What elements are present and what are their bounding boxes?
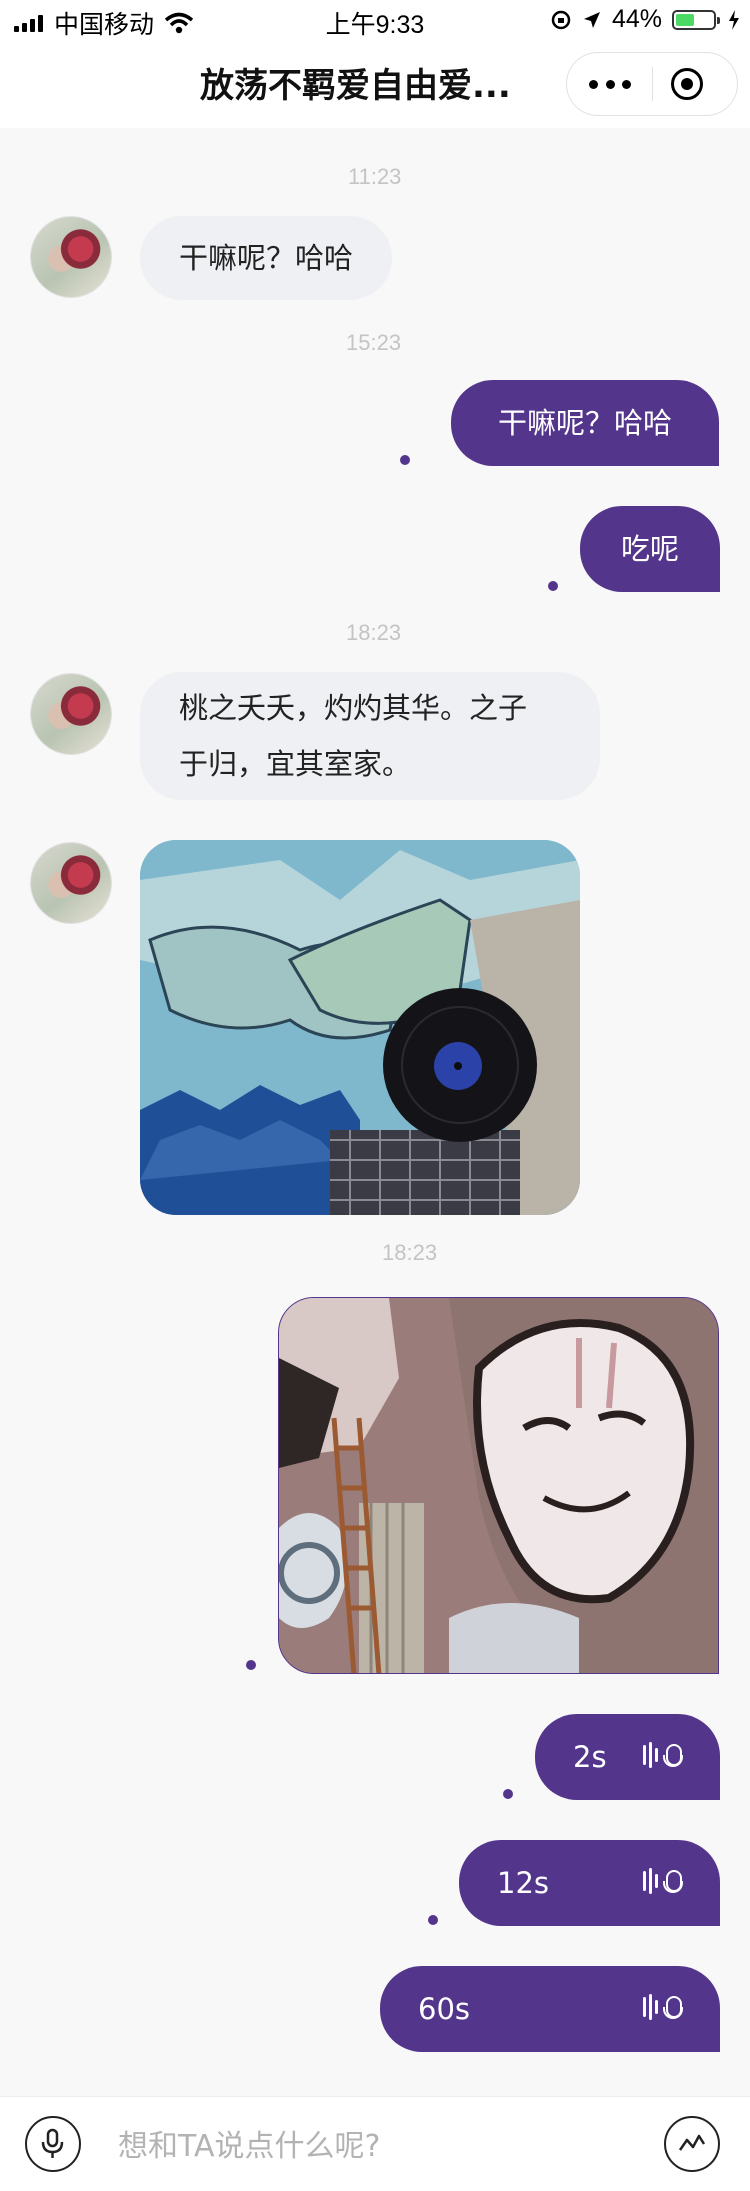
sound-wave-icon: [643, 1868, 658, 1894]
voice-input-button[interactable]: [25, 2116, 81, 2172]
more-dots-icon[interactable]: [589, 53, 631, 115]
message-text-line: 于归，宜其室家。: [179, 747, 412, 781]
sound-wave-icon: [643, 1994, 658, 2020]
avatar[interactable]: [31, 843, 111, 923]
nav-bar: 放荡不羁爱自由爱...: [0, 40, 750, 128]
message-input[interactable]: 想和TA说点什么呢?: [118, 2121, 380, 2165]
voice-message-bubble[interactable]: 2s: [535, 1714, 720, 1800]
chart-emoji-icon: [678, 2134, 706, 2151]
voice-duration: 2s: [573, 1740, 607, 1774]
read-status-dot: [246, 1660, 256, 1670]
capsule-menu: [566, 52, 738, 116]
timestamp: 15:23: [346, 330, 402, 355]
timestamp: 11:23: [348, 164, 402, 189]
microphone-icon: [41, 2128, 64, 2158]
mural-face-image: [279, 1298, 718, 1673]
read-status-dot: [503, 1789, 513, 1799]
emoji-button[interactable]: [664, 2116, 720, 2172]
capsule-divider: [652, 67, 653, 101]
message-text-line: 桃之夭夭，灼灼其华。之子: [179, 691, 528, 725]
image-message-received[interactable]: [140, 840, 580, 1215]
message-bubble-received[interactable]: 干嘛呢？哈哈: [140, 216, 393, 300]
message-bubble-received[interactable]: 桃之夭夭，灼灼其华。之子 于归，宜其室家。: [140, 672, 600, 800]
input-bar: 想和TA说点什么呢?: [0, 2096, 750, 2191]
read-status-dot: [548, 581, 558, 591]
location-icon: [583, 11, 600, 28]
microphone-icon: [663, 1744, 683, 1767]
avatar[interactable]: [31, 674, 111, 754]
read-status-dot: [428, 1915, 438, 1925]
page-title: 放荡不羁爱自由爱...: [200, 66, 511, 106]
voice-message-bubble[interactable]: 12s: [459, 1840, 720, 1926]
sound-wave-icon: [643, 1742, 658, 1768]
message-bubble-sent[interactable]: 吃呢: [580, 506, 720, 592]
voice-duration: 60s: [418, 1992, 471, 2026]
message-bubble-sent[interactable]: 干嘛呢？哈哈: [451, 380, 719, 466]
voice-duration: 12s: [497, 1866, 550, 1900]
close-target-icon[interactable]: [671, 68, 703, 100]
battery-percent: 44%: [611, 5, 662, 33]
voice-message-bubble[interactable]: 60s: [380, 1966, 720, 2052]
status-bar: 中国移动 上午9:33 44%: [0, 0, 750, 40]
mural-handshake-image: [140, 840, 580, 1215]
avatar[interactable]: [31, 217, 111, 297]
timestamp: 18:23: [382, 1240, 438, 1265]
microphone-icon: [663, 1870, 683, 1893]
image-message-sent[interactable]: [278, 1297, 719, 1674]
battery-icon: [672, 9, 720, 30]
read-status-dot: [400, 455, 410, 465]
timestamp: 18:23: [346, 620, 402, 645]
charging-icon: [729, 9, 739, 30]
microphone-icon: [663, 1996, 683, 2019]
rotation-lock-icon: [551, 10, 571, 29]
